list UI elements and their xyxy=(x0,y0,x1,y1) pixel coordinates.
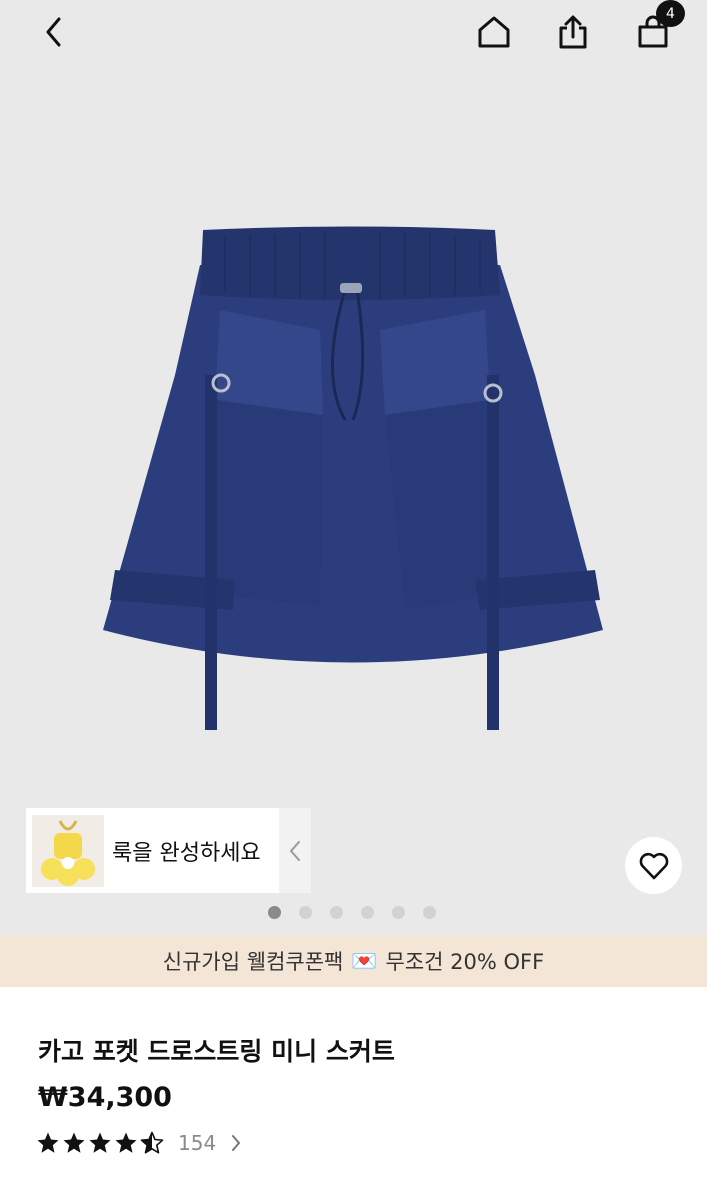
cart-count-badge: 4 xyxy=(656,0,685,27)
promo-discount-text: 무조건 20% OFF xyxy=(385,950,545,974)
share-button[interactable] xyxy=(549,8,597,56)
complete-the-look-card[interactable]: 룩을 완성하세요 xyxy=(26,808,311,893)
look-label: 룩을 완성하세요 xyxy=(112,840,261,866)
star-full-icon xyxy=(115,1132,137,1153)
love-letter-icon: 💌 xyxy=(351,948,378,973)
pagination-dot[interactable] xyxy=(268,906,281,919)
star-half-icon xyxy=(140,1131,164,1154)
star-full-icon xyxy=(89,1132,111,1153)
wishlist-button[interactable] xyxy=(625,837,682,894)
gallery-pagination xyxy=(268,906,436,919)
home-button[interactable] xyxy=(470,8,518,56)
heart-icon xyxy=(639,852,668,879)
chevron-right-icon xyxy=(232,1135,241,1151)
look-thumbnail xyxy=(32,814,104,887)
promo-text: 신규가입 웰컴쿠폰팩 xyxy=(162,950,344,974)
share-icon xyxy=(559,15,587,49)
product-rating[interactable]: 154 xyxy=(36,1131,242,1155)
chevron-left-icon xyxy=(290,840,300,861)
pagination-dot[interactable] xyxy=(361,906,374,919)
star-full-icon xyxy=(37,1132,59,1153)
product-price: ₩34,300 xyxy=(38,1082,172,1113)
chevron-left-icon xyxy=(46,17,61,47)
pagination-dot[interactable] xyxy=(330,906,343,919)
back-button[interactable] xyxy=(30,8,78,56)
product-image-skirt[interactable] xyxy=(95,225,610,735)
promo-banner[interactable]: 신규가입 웰컴쿠폰팩 💌 무조건 20% OFF xyxy=(0,935,707,987)
look-collapse-button[interactable] xyxy=(279,808,311,893)
pagination-dot[interactable] xyxy=(392,906,405,919)
product-gallery[interactable]: 4 룩을 완성하세요 xyxy=(0,0,707,935)
product-title: 카고 포켓 드로스트링 미니 스커트 xyxy=(38,1037,395,1066)
review-count: 154 xyxy=(178,1131,217,1155)
star-full-icon xyxy=(63,1132,85,1153)
pagination-dot[interactable] xyxy=(423,906,436,919)
home-icon xyxy=(478,16,510,48)
pagination-dot[interactable] xyxy=(299,906,312,919)
